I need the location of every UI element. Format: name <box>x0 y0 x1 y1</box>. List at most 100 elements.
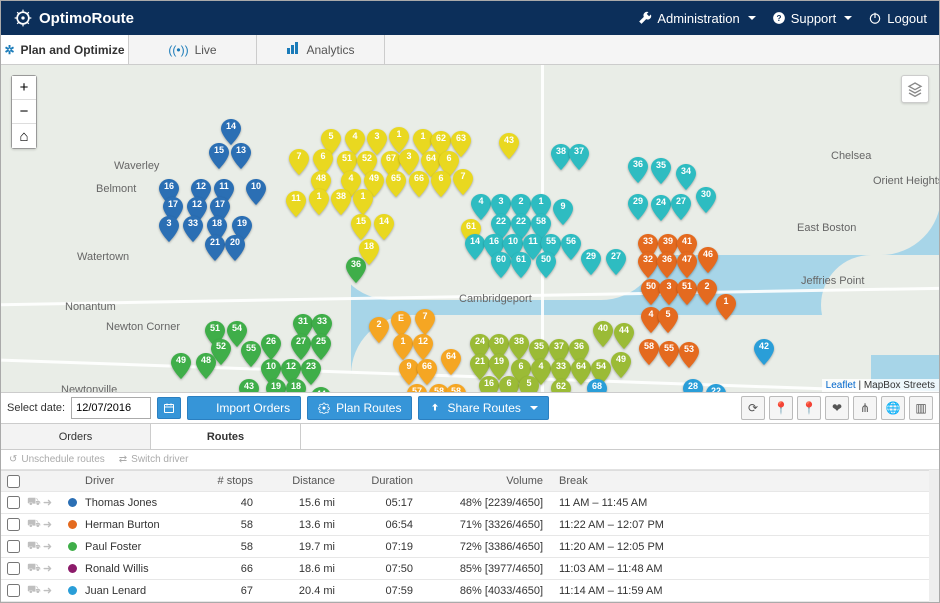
route-row[interactable]: ⛟➜Juan Lenard6720.4 mi07:5986% [4033/465… <box>1 580 929 602</box>
map-pin[interactable]: 21 <box>205 235 225 261</box>
layers-button[interactable] <box>901 75 929 103</box>
grid-scrollbar[interactable] <box>929 470 939 602</box>
map-pin[interactable]: 55 <box>659 341 679 367</box>
map-pin[interactable]: 14 <box>221 119 241 145</box>
map-pin[interactable]: 6 <box>499 376 519 392</box>
map-pin[interactable]: 65 <box>386 171 406 197</box>
map-pin[interactable]: 62 <box>551 379 571 392</box>
map-pin[interactable]: 49 <box>611 352 631 378</box>
map-pin[interactable]: 7 <box>415 309 435 335</box>
unschedule-routes[interactable]: ↺ Unschedule routes <box>9 454 105 465</box>
map-pin[interactable]: 44 <box>614 323 634 349</box>
map-pin[interactable]: 19 <box>266 379 286 392</box>
col-driver[interactable]: Driver <box>81 475 203 487</box>
map-pin[interactable]: 57 <box>407 384 427 392</box>
map-pin[interactable]: 7 <box>289 149 309 175</box>
map-pin[interactable]: 66 <box>409 171 429 197</box>
map-pin[interactable]: 44 <box>311 387 331 392</box>
map-pin[interactable]: 49 <box>171 353 191 379</box>
map-pin[interactable]: 5 <box>658 307 678 333</box>
hearts-button[interactable]: ❤ <box>825 396 849 420</box>
map-pin[interactable]: 47 <box>677 252 697 278</box>
map-pin[interactable]: 6 <box>431 171 451 197</box>
map-pin[interactable]: 18 <box>359 239 379 265</box>
calendar-button[interactable] <box>157 397 181 419</box>
row-checkbox[interactable] <box>7 496 20 509</box>
share-button[interactable]: ⋔ <box>853 396 877 420</box>
map-pin[interactable]: 1 <box>393 334 413 360</box>
plan-routes-button[interactable]: Plan Routes <box>307 396 412 420</box>
map-pin[interactable]: 9 <box>553 199 573 225</box>
subtab-routes[interactable]: Routes <box>151 424 301 449</box>
map-pin[interactable]: 7 <box>453 169 473 195</box>
map-pin[interactable]: 10 <box>246 179 266 205</box>
zoom-out-button[interactable]: − <box>12 100 36 124</box>
map-pin[interactable]: 27 <box>671 194 691 220</box>
zoom-home-button[interactable]: ⌂ <box>12 124 36 148</box>
map-pin[interactable]: 30 <box>696 187 716 213</box>
select-all-checkbox[interactable] <box>7 475 20 488</box>
map-pin[interactable]: 3 <box>159 216 179 242</box>
map-pin[interactable]: 28 <box>683 379 703 392</box>
map-pin[interactable]: 14 <box>465 234 485 260</box>
map-pin[interactable]: 50 <box>641 279 661 305</box>
map-pin[interactable]: 64 <box>441 349 461 375</box>
map-pin[interactable]: 27 <box>291 334 311 360</box>
map-pin[interactable]: 1 <box>716 294 736 320</box>
pin-button[interactable]: 📍 <box>769 396 793 420</box>
map-pin[interactable]: 2 <box>369 317 389 343</box>
map-pin[interactable]: 11 <box>286 191 306 217</box>
col-distance[interactable]: Distance <box>263 475 345 487</box>
row-checkbox[interactable] <box>7 540 20 553</box>
import-orders-button[interactable]: Import Orders <box>187 396 301 420</box>
map-pin[interactable]: 61 <box>511 252 531 278</box>
map-pin[interactable]: 36 <box>628 157 648 183</box>
map-pin[interactable]: 1 <box>353 189 373 215</box>
tab-plan-optimize[interactable]: ✲Plan and Optimize <box>1 35 129 64</box>
map-pin[interactable]: 60 <box>491 252 511 278</box>
map-pin[interactable]: 15 <box>351 214 371 240</box>
map-pin[interactable]: 35 <box>651 158 671 184</box>
map-pin[interactable]: 4 <box>471 194 491 220</box>
map-pin[interactable]: 68 <box>587 379 607 392</box>
col-stops[interactable]: # stops <box>203 475 263 487</box>
map-pin[interactable]: 40 <box>593 321 613 347</box>
map[interactable]: WatertownBelmontWaverleyNonantumNewtonNe… <box>1 65 939 392</box>
map-pin[interactable]: 48 <box>196 353 216 379</box>
map-pin[interactable]: 26 <box>261 334 281 360</box>
map-pin[interactable]: 27 <box>606 249 626 275</box>
map-pin[interactable]: 43 <box>239 379 259 392</box>
map-pin[interactable]: 5 <box>519 376 539 392</box>
map-pin[interactable]: 51 <box>677 279 697 305</box>
row-checkbox[interactable] <box>7 584 20 597</box>
admin-menu[interactable]: Administration <box>638 11 755 26</box>
map-pin[interactable]: 50 <box>536 252 556 278</box>
map-pin[interactable]: 34 <box>676 164 696 190</box>
zoom-in-button[interactable]: + <box>12 76 36 100</box>
route-row[interactable]: ⛟➜Paul Foster5819.7 mi07:1972% [3386/465… <box>1 536 929 558</box>
map-pin[interactable]: 43 <box>499 133 519 159</box>
subtab-orders[interactable]: Orders <box>1 424 151 449</box>
map-pin[interactable]: 25 <box>311 334 331 360</box>
leaflet-link[interactable]: Leaflet <box>826 380 856 391</box>
map-pin[interactable]: 53 <box>679 342 699 368</box>
map-pin[interactable]: 58 <box>639 339 659 365</box>
logout-button[interactable]: Logout <box>868 11 927 26</box>
map-pin[interactable]: 33 <box>183 216 203 242</box>
col-volume[interactable]: Volume <box>423 475 553 487</box>
map-pin[interactable]: 36 <box>657 252 677 278</box>
map-pin[interactable]: 42 <box>754 339 774 365</box>
map-pin[interactable]: 12 <box>413 334 433 360</box>
row-checkbox[interactable] <box>7 562 20 575</box>
map-pin[interactable]: 46 <box>698 247 718 273</box>
route-row[interactable]: ⛟➜Ronald Willis6618.6 mi07:5085% [3977/4… <box>1 558 929 580</box>
col-break[interactable]: Break <box>553 475 703 487</box>
map-pin[interactable]: 13 <box>231 143 251 169</box>
route-row[interactable]: ⛟➜Thomas Jones4015.6 mi05:1748% [2239/46… <box>1 492 929 514</box>
globe-button[interactable]: 🌐 <box>881 396 905 420</box>
map-pin[interactable]: 22 <box>706 384 726 392</box>
map-pin[interactable]: 37 <box>569 144 589 170</box>
refresh-button[interactable]: ⟳ <box>741 396 765 420</box>
map-pin[interactable]: 24 <box>651 195 671 221</box>
map-pin[interactable]: 29 <box>581 249 601 275</box>
